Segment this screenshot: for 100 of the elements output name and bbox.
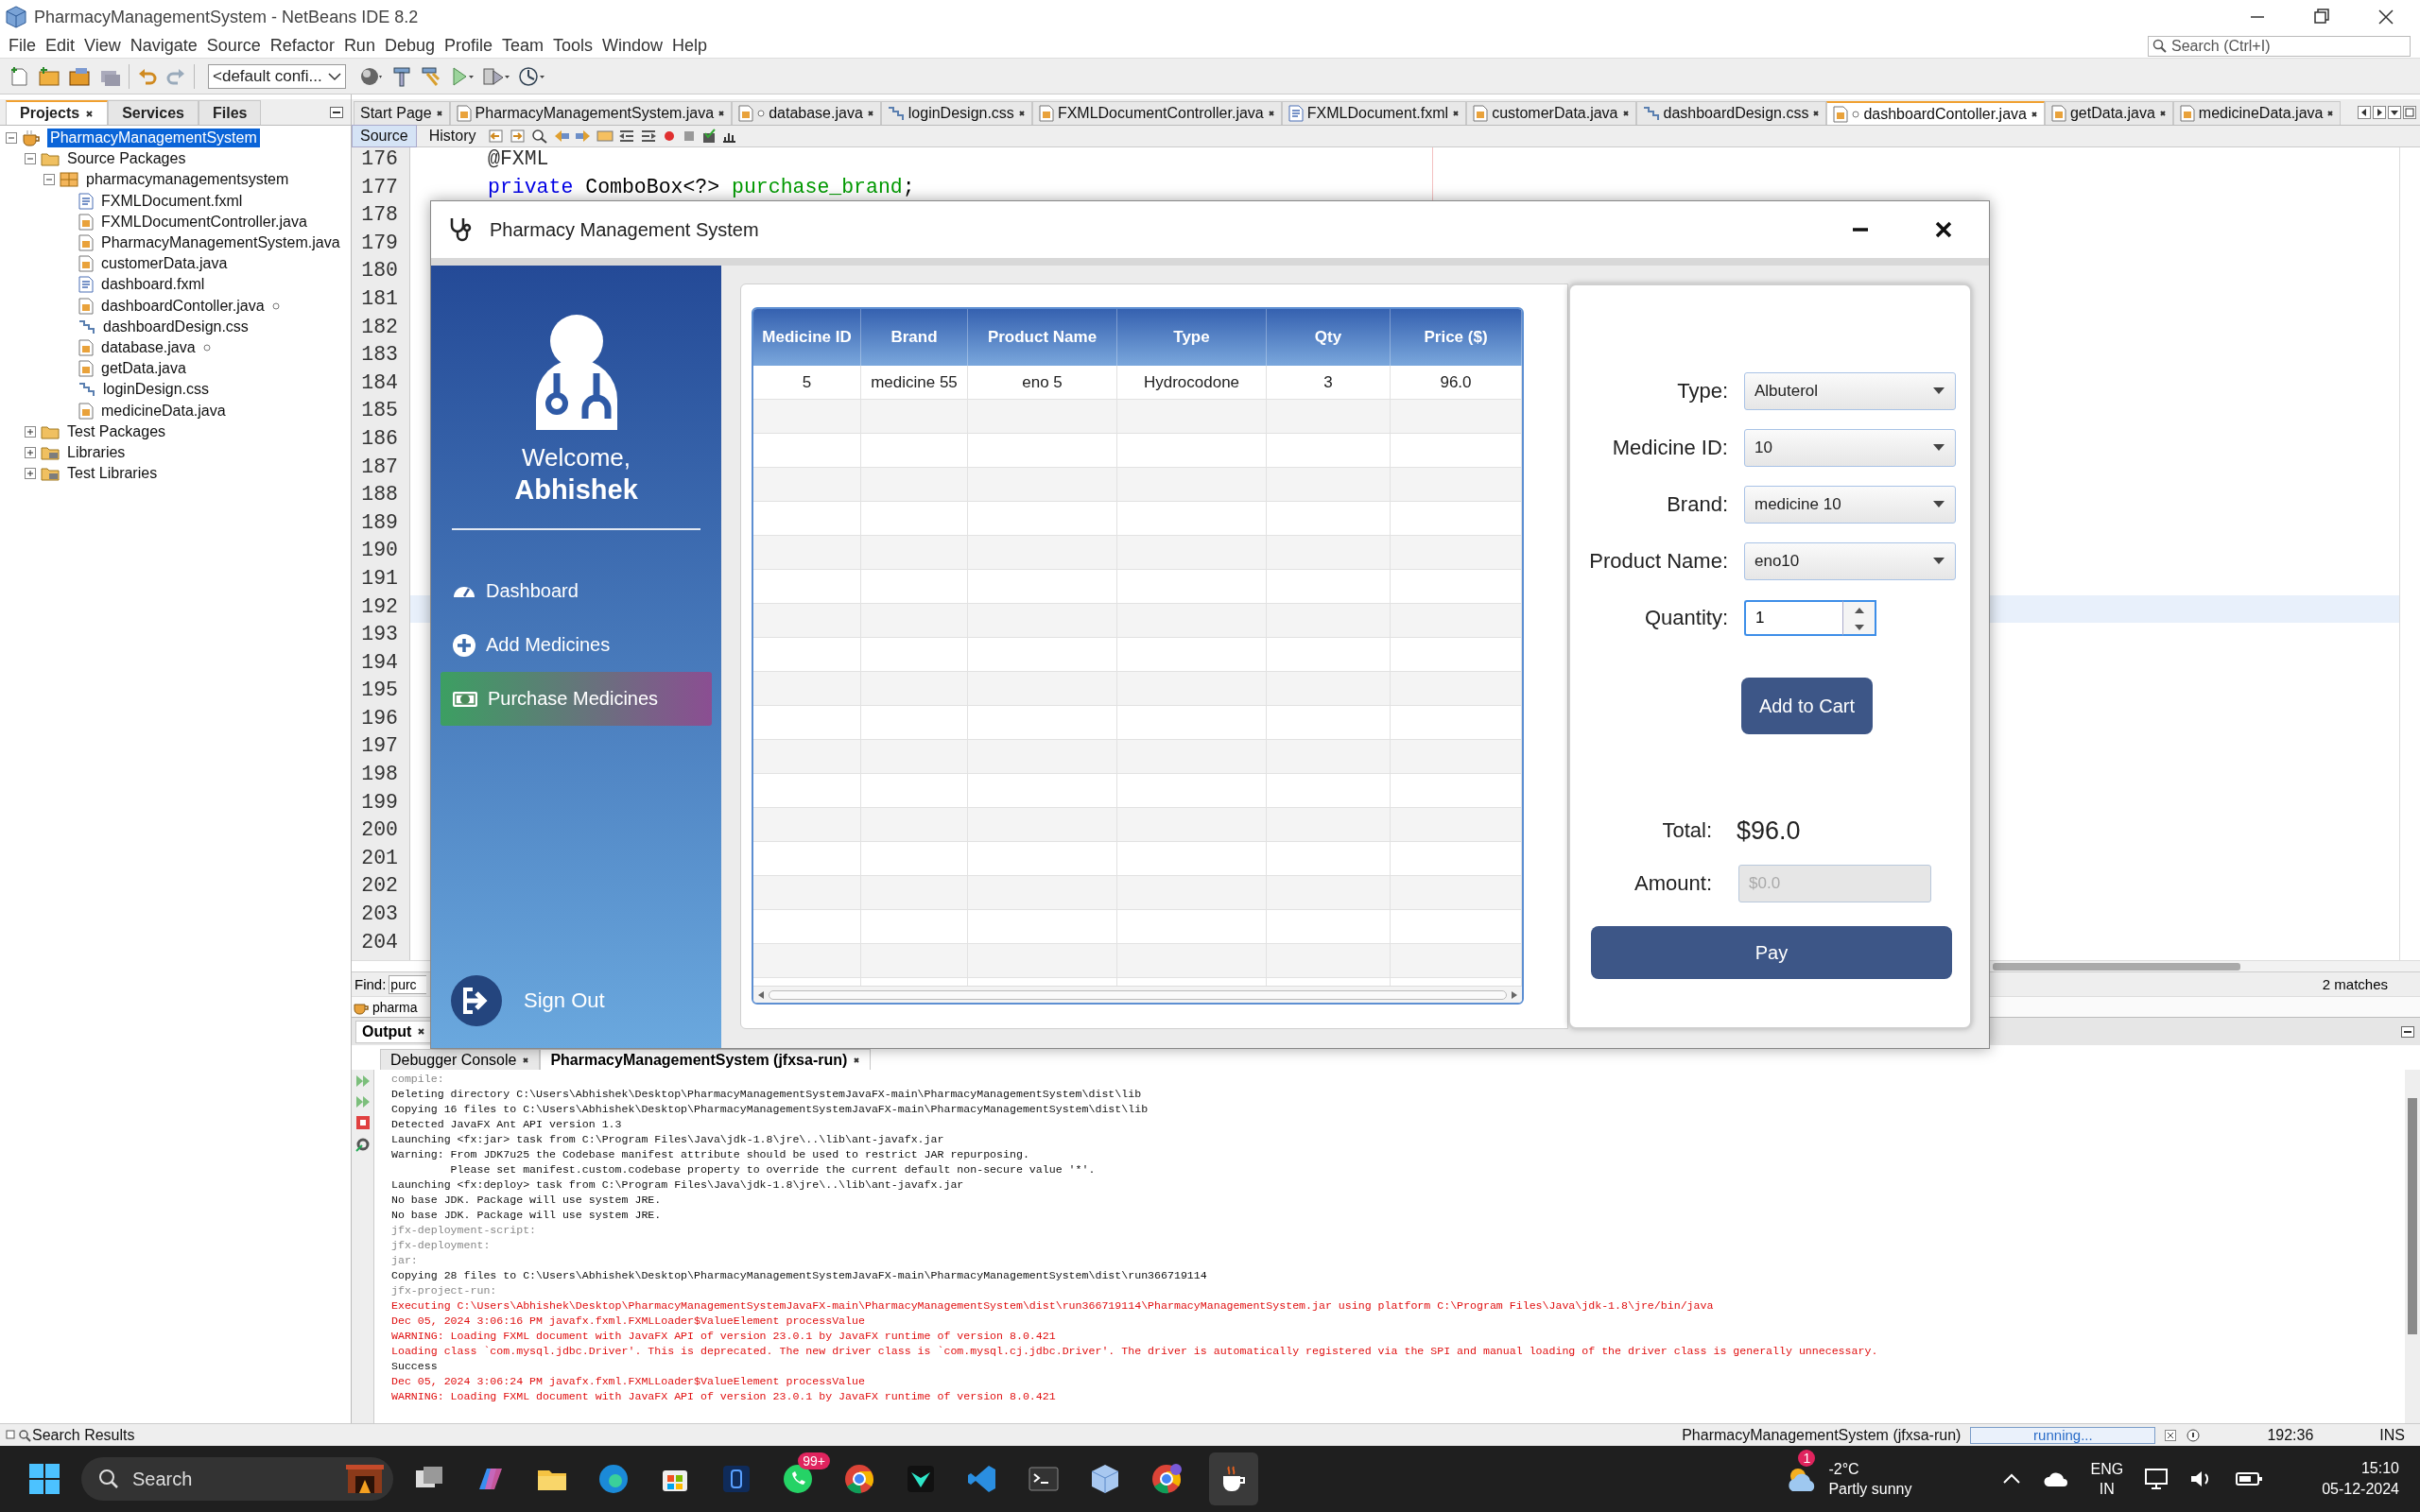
cancel-icon[interactable] (2165, 1429, 2177, 1441)
close-icon[interactable] (866, 110, 874, 117)
browser-icon[interactable] (843, 1463, 875, 1495)
menu-item[interactable]: File (4, 36, 41, 56)
settings-icon[interactable] (354, 1136, 372, 1153)
configuration-dropdown[interactable]: <default confi... (208, 63, 346, 89)
profile-icon[interactable] (517, 65, 546, 87)
new-project-icon[interactable] (38, 65, 60, 87)
column-header[interactable]: Price ($) (1391, 309, 1522, 366)
panel-tab[interactable]: Files (199, 100, 262, 125)
tree-item[interactable]: customerData.java (98, 254, 231, 274)
close-icon[interactable] (2326, 110, 2335, 117)
hammer-icon[interactable] (390, 65, 412, 87)
close-icon[interactable] (1017, 110, 1026, 117)
editor-tab[interactable]: dashboardDesign.css (1635, 101, 1827, 125)
search-icon[interactable] (531, 129, 549, 144)
tree-item[interactable]: database.java (98, 337, 199, 357)
menu-item[interactable]: Window (597, 36, 668, 56)
dropdown[interactable]: Albuterol (1744, 372, 1956, 410)
column-header[interactable]: Brand (861, 309, 968, 366)
search-field[interactable]: Search (81, 1457, 393, 1501)
editor-tab[interactable]: PharmacyManagementSystem.java (449, 101, 733, 125)
editor-tab[interactable]: FXMLDocumentController.java (1031, 101, 1282, 125)
editor-tab[interactable]: medicineData.java (2172, 101, 2342, 125)
minimize-icon[interactable] (2401, 1025, 2414, 1038)
editor-tab[interactable]: loginDesign.css (880, 101, 1032, 125)
tree-item[interactable]: dashboardDesign.css (100, 317, 251, 336)
debug-icon[interactable] (481, 65, 510, 87)
close-icon[interactable] (853, 1056, 861, 1064)
shift-left-icon[interactable] (618, 129, 636, 144)
tree-item[interactable]: FXMLDocumentController.java (98, 212, 310, 232)
tree-item[interactable]: dashboard.fxml (98, 275, 208, 295)
menu-item[interactable]: View (79, 36, 126, 56)
dropdown-icon[interactable] (2388, 105, 2401, 119)
view-tab[interactable]: Source (352, 125, 417, 147)
check-icon[interactable] (701, 129, 717, 144)
tree-item[interactable]: Test Libraries (64, 464, 161, 484)
tree-item[interactable]: Libraries (64, 442, 129, 462)
close-icon[interactable] (1621, 110, 1630, 117)
browser-icon[interactable] (1150, 1463, 1183, 1495)
close-icon[interactable] (2158, 110, 2167, 117)
tree-item[interactable]: getData.java (98, 359, 189, 379)
editor-tab[interactable]: dashboardContoller.java (1826, 101, 2045, 125)
close-icon[interactable] (417, 1027, 426, 1036)
box-icon[interactable] (1089, 1463, 1121, 1495)
minimize-icon[interactable] (330, 106, 343, 118)
new-file-icon[interactable] (9, 65, 30, 87)
search-results-icon[interactable] (6, 1427, 32, 1443)
nav-item[interactable]: Dashboard (441, 564, 712, 618)
maximize-icon[interactable] (2312, 8, 2331, 26)
tree-item[interactable]: Source Packages (64, 149, 189, 169)
windows-icon[interactable] (28, 1463, 60, 1495)
monitor-icon[interactable] (2144, 1468, 2169, 1490)
console-tab[interactable]: PharmacyManagementSystem (jfxsa-run) (540, 1049, 872, 1070)
menu-item[interactable]: Refactor (265, 36, 339, 56)
shift-right-icon[interactable] (640, 129, 658, 144)
menu-item[interactable]: Source (201, 36, 266, 56)
menu-item[interactable]: Profile (439, 36, 497, 56)
collapse-icon[interactable] (25, 153, 36, 165)
close-icon[interactable] (1812, 110, 1821, 117)
stop-icon[interactable] (354, 1115, 371, 1130)
device-icon[interactable] (720, 1463, 752, 1495)
clock[interactable]: 15:10 05-12-2024 (2322, 1458, 2399, 1500)
expand-icon[interactable] (25, 425, 36, 438)
editor-tab[interactable]: Start Page (354, 101, 450, 125)
menu-item[interactable]: Run (338, 36, 380, 56)
editor-tab[interactable]: database.java (732, 101, 881, 125)
nav-item[interactable]: Purchase Medicines (441, 672, 712, 726)
scroll-left-icon[interactable] (2358, 105, 2371, 119)
tree-item[interactable]: medicineData.java (98, 401, 229, 421)
language-indicator[interactable]: ENG IN (2090, 1459, 2124, 1499)
battery-icon[interactable] (2235, 1469, 2264, 1488)
browser-icon[interactable] (597, 1463, 630, 1495)
tree-item[interactable]: pharmacymanagementsystem (83, 170, 292, 190)
panel-label[interactable]: Search Results (32, 1426, 135, 1444)
editor-tab[interactable]: getData.java (2044, 101, 2173, 125)
dropdown[interactable]: medicine 10 (1744, 486, 1956, 524)
scroll-right-icon[interactable] (2373, 105, 2386, 119)
notification-icon[interactable] (2186, 1427, 2202, 1443)
sign-out-icon[interactable] (450, 974, 503, 1027)
amount-field[interactable]: $0.0 (1738, 865, 1931, 902)
close-icon[interactable] (1452, 110, 1461, 117)
navigator-item[interactable]: pharma (372, 999, 418, 1015)
close-icon[interactable] (522, 1056, 530, 1064)
panel-tab[interactable]: Services (108, 100, 199, 125)
console-tab[interactable]: Debugger Console (380, 1049, 541, 1070)
close-icon[interactable] (717, 110, 726, 117)
open-folder-icon[interactable] (68, 65, 91, 87)
menu-item[interactable]: Navigate (125, 36, 202, 56)
column-header[interactable]: Medicine ID (753, 309, 861, 366)
pay-button[interactable]: Pay (1591, 926, 1952, 979)
collapse-icon[interactable] (6, 132, 17, 145)
expand-icon[interactable] (25, 468, 36, 480)
menu-item[interactable]: Team (497, 36, 548, 56)
tree-item[interactable]: dashboardContoller.java (98, 296, 268, 316)
menu-item[interactable]: Edit (41, 36, 80, 56)
scrollbar-thumb[interactable] (2408, 1098, 2417, 1334)
quantity-field[interactable]: 1 (1744, 600, 1842, 636)
back-icon[interactable] (488, 129, 506, 144)
column-header[interactable]: Type (1117, 309, 1267, 366)
